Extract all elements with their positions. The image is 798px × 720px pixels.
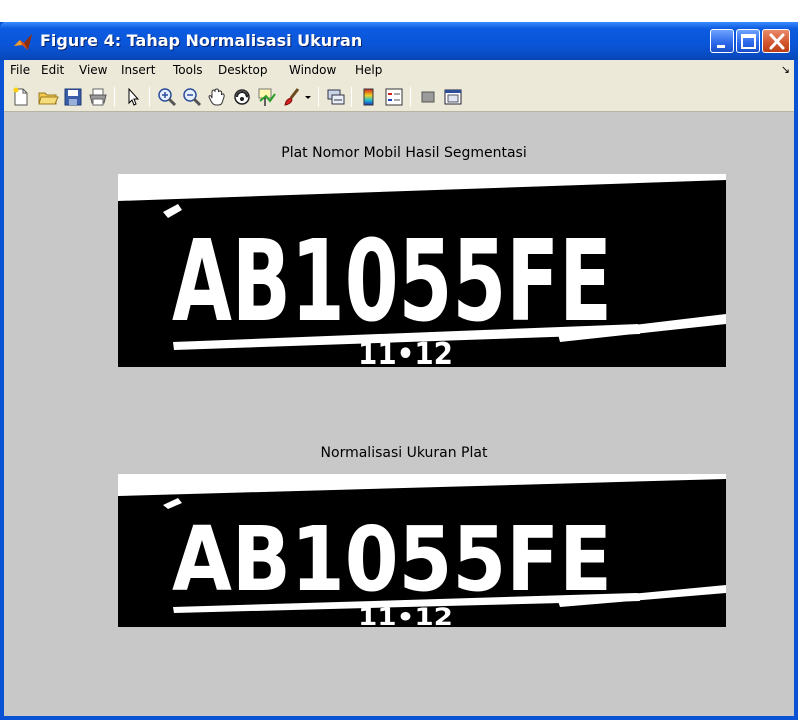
menu-tools[interactable]: Tools: [173, 63, 203, 77]
zoom-out-button[interactable]: [181, 86, 203, 108]
figure-toolbar: [4, 82, 794, 112]
rotate-3d-icon: [234, 89, 250, 105]
menu-view[interactable]: View: [79, 63, 107, 77]
close-button[interactable]: [762, 29, 790, 53]
zoom-in-button[interactable]: [156, 86, 178, 108]
toolbar-separator: [318, 87, 319, 107]
toolbar-separator: [410, 87, 411, 107]
data-cursor-icon: [258, 88, 276, 106]
menu-insert[interactable]: Insert: [121, 63, 155, 77]
chevron-down-icon: [305, 96, 311, 99]
pan-button[interactable]: [206, 86, 228, 108]
plate-border: [118, 474, 726, 496]
pointer-arrow-icon: [128, 87, 140, 106]
noise-speck: [163, 204, 182, 218]
hide-plot-tools-icon: [421, 91, 435, 103]
plate-characters: AB1055FE: [172, 507, 612, 611]
brush-icon: [284, 88, 300, 106]
folder-icon: [38, 92, 59, 105]
menu-desktop[interactable]: Desktop: [218, 63, 268, 77]
zoom-out-icon: [183, 88, 202, 107]
menu-help[interactable]: Help: [355, 63, 382, 77]
show-plot-tools-icon: [444, 89, 462, 105]
menu-bar: File Edit View Insert Tools Desktop Wind…: [4, 60, 794, 82]
figure-window: Figure 4: Tahap Normalisasi Ukuran File …: [0, 22, 798, 720]
brush-dropdown-button[interactable]: [303, 86, 313, 108]
menu-window[interactable]: Window: [289, 63, 336, 77]
plate-expiry: 11•12: [358, 337, 453, 367]
new-figure-button[interactable]: [10, 86, 32, 108]
close-icon: [769, 33, 785, 50]
plate-border: [118, 174, 726, 201]
plate-characters: AB1055FE: [172, 217, 612, 347]
legend-button[interactable]: [383, 86, 405, 108]
maximize-icon: [741, 34, 756, 49]
maximize-button[interactable]: [736, 29, 760, 53]
menu-edit[interactable]: Edit: [41, 63, 64, 77]
rotate-3d-button[interactable]: [231, 86, 253, 108]
edit-plot-button[interactable]: [122, 86, 144, 108]
save-button[interactable]: [62, 86, 84, 108]
menu-overflow-icon[interactable]: ↘: [781, 63, 790, 76]
matlab-logo-icon: [14, 34, 32, 50]
hand-icon: [208, 88, 225, 106]
window-title: Figure 4: Tahap Normalisasi Ukuran: [40, 31, 363, 50]
title-bar[interactable]: Figure 4: Tahap Normalisasi Ukuran: [0, 22, 798, 60]
plate-image-normalisasi: AB1055FE 11•12: [118, 474, 726, 627]
axes-title-normalisasi: Normalisasi Ukuran Plat: [320, 445, 488, 461]
axes-title-segmentasi: Plat Nomor Mobil Hasil Segmentasi: [281, 145, 527, 161]
zoom-in-icon: [158, 88, 177, 107]
link-plot-icon: [327, 89, 345, 105]
open-file-button[interactable]: [37, 86, 59, 108]
legend-icon: [385, 88, 403, 106]
new-file-icon: [13, 87, 28, 106]
plate-image-segmentasi: AB1055FE 11•12: [118, 174, 726, 367]
data-cursor-button[interactable]: [256, 86, 278, 108]
toolbar-separator: [114, 87, 115, 107]
colorbar-icon: [363, 88, 374, 106]
hide-plot-tools-button[interactable]: [417, 86, 439, 108]
printer-icon: [89, 88, 107, 106]
plate-expiry: 11•12: [358, 603, 453, 627]
menu-file[interactable]: File: [10, 63, 30, 77]
colorbar-button[interactable]: [358, 86, 380, 108]
minimize-button[interactable]: [710, 29, 734, 53]
save-icon: [64, 88, 82, 106]
link-plot-button[interactable]: [325, 86, 347, 108]
toolbar-separator: [351, 87, 352, 107]
show-plot-tools-button[interactable]: [442, 86, 464, 108]
brush-button[interactable]: [281, 86, 303, 108]
toolbar-separator: [149, 87, 150, 107]
minimize-icon: [717, 45, 725, 48]
print-button[interactable]: [87, 86, 109, 108]
